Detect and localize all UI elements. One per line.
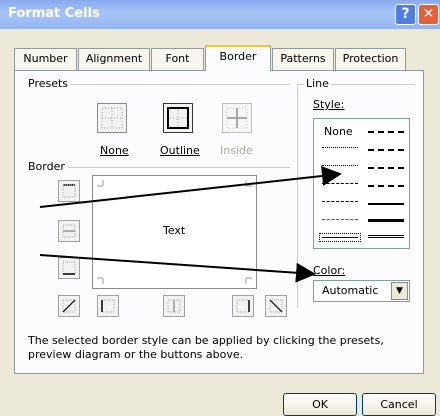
tab-border[interactable]: Border — [205, 45, 271, 71]
annotation-arrow-style — [39, 166, 342, 208]
annotation-arrow-color — [39, 254, 316, 283]
